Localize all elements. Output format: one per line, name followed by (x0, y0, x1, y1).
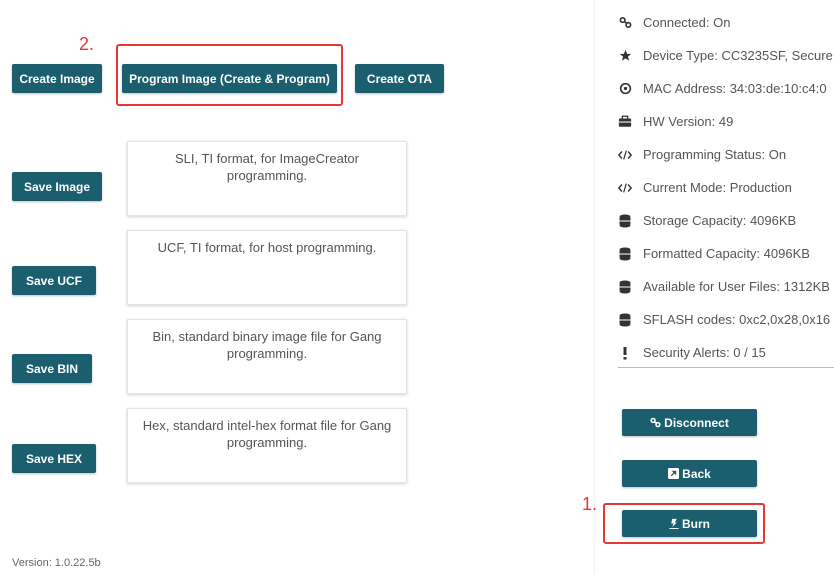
info-programming-status: Programming Status: On (618, 144, 834, 165)
info-sflash-codes-text: SFLASH codes: 0xc2,0x28,0x16 (643, 312, 831, 327)
info-mac-address: MAC Address: 34:03:de:10:c4:0 (618, 78, 834, 99)
device-info-list: Connected: On Device Type: CC3235SF, Sec… (618, 12, 834, 368)
info-current-mode-text: Current Mode: Production (643, 180, 792, 195)
info-security-alerts: Security Alerts: 0 / 15 (618, 342, 834, 368)
info-device-type: Device Type: CC3235SF, Secure (618, 45, 834, 66)
database-icon (618, 280, 632, 294)
database-icon (618, 313, 632, 327)
step-2-label: 2. (79, 34, 95, 54)
info-connected-text: Connected: On (643, 15, 731, 30)
save-image-button[interactable]: Save Image (12, 172, 102, 201)
create-ota-button[interactable]: Create OTA (355, 64, 444, 93)
back-arrow-icon (668, 468, 680, 479)
star-icon (618, 49, 632, 63)
save-image-description: SLI, TI format, for ImageCreator program… (127, 141, 407, 216)
create-image-button[interactable]: Create Image (12, 64, 102, 93)
info-device-type-text: Device Type: CC3235SF, Secure (643, 48, 833, 63)
save-hex-button[interactable]: Save HEX (12, 444, 96, 473)
link-icon (618, 16, 632, 30)
burn-button[interactable]: Burn (622, 510, 757, 537)
briefcase-icon (618, 115, 632, 129)
save-ucf-button[interactable]: Save UCF (12, 266, 96, 295)
info-hw-version-text: HW Version: 49 (643, 114, 734, 129)
info-formatted-capacity: Formatted Capacity: 4096KB (618, 243, 834, 264)
info-mac-address-text: MAC Address: 34:03:de:10:c4:0 (643, 81, 827, 96)
info-connected: Connected: On (618, 12, 834, 33)
link-icon (650, 417, 661, 428)
info-current-mode: Current Mode: Production (618, 177, 834, 198)
info-available-user-files-text: Available for User Files: 1312KB (643, 279, 830, 294)
code-icon (618, 148, 632, 162)
version-label: Version: 1.0.22.5b (12, 557, 101, 569)
target-icon (618, 82, 632, 96)
save-ucf-description: UCF, TI format, for host programming. (127, 230, 407, 305)
burn-icon (669, 518, 679, 529)
save-bin-description: Bin, standard binary image file for Gang… (127, 319, 407, 394)
info-hw-version: HW Version: 49 (618, 111, 834, 132)
info-formatted-capacity-text: Formatted Capacity: 4096KB (643, 246, 810, 261)
database-icon (618, 247, 632, 261)
info-security-alerts-text: Security Alerts: 0 / 15 (643, 345, 766, 360)
burn-label: Burn (682, 516, 710, 531)
exclamation-icon (618, 346, 632, 360)
info-programming-status-text: Programming Status: On (643, 147, 787, 162)
save-hex-description: Hex, standard intel-hex format file for … (127, 408, 407, 483)
program-image-button[interactable]: Program Image (Create & Program) (122, 64, 337, 93)
info-available-user-files: Available for User Files: 1312KB (618, 276, 834, 297)
info-storage-capacity: Storage Capacity: 4096KB (618, 210, 834, 231)
step-1-label: 1. (582, 494, 598, 514)
info-storage-capacity-text: Storage Capacity: 4096KB (643, 213, 797, 228)
disconnect-button[interactable]: Disconnect (622, 409, 757, 436)
code-icon (618, 181, 632, 195)
panel-divider (594, 0, 595, 574)
info-sflash-codes: SFLASH codes: 0xc2,0x28,0x16 (618, 309, 834, 330)
back-label: Back (682, 466, 711, 481)
save-bin-button[interactable]: Save BIN (12, 354, 92, 383)
database-icon (618, 214, 632, 228)
disconnect-label: Disconnect (664, 415, 729, 430)
back-button[interactable]: Back (622, 460, 757, 487)
